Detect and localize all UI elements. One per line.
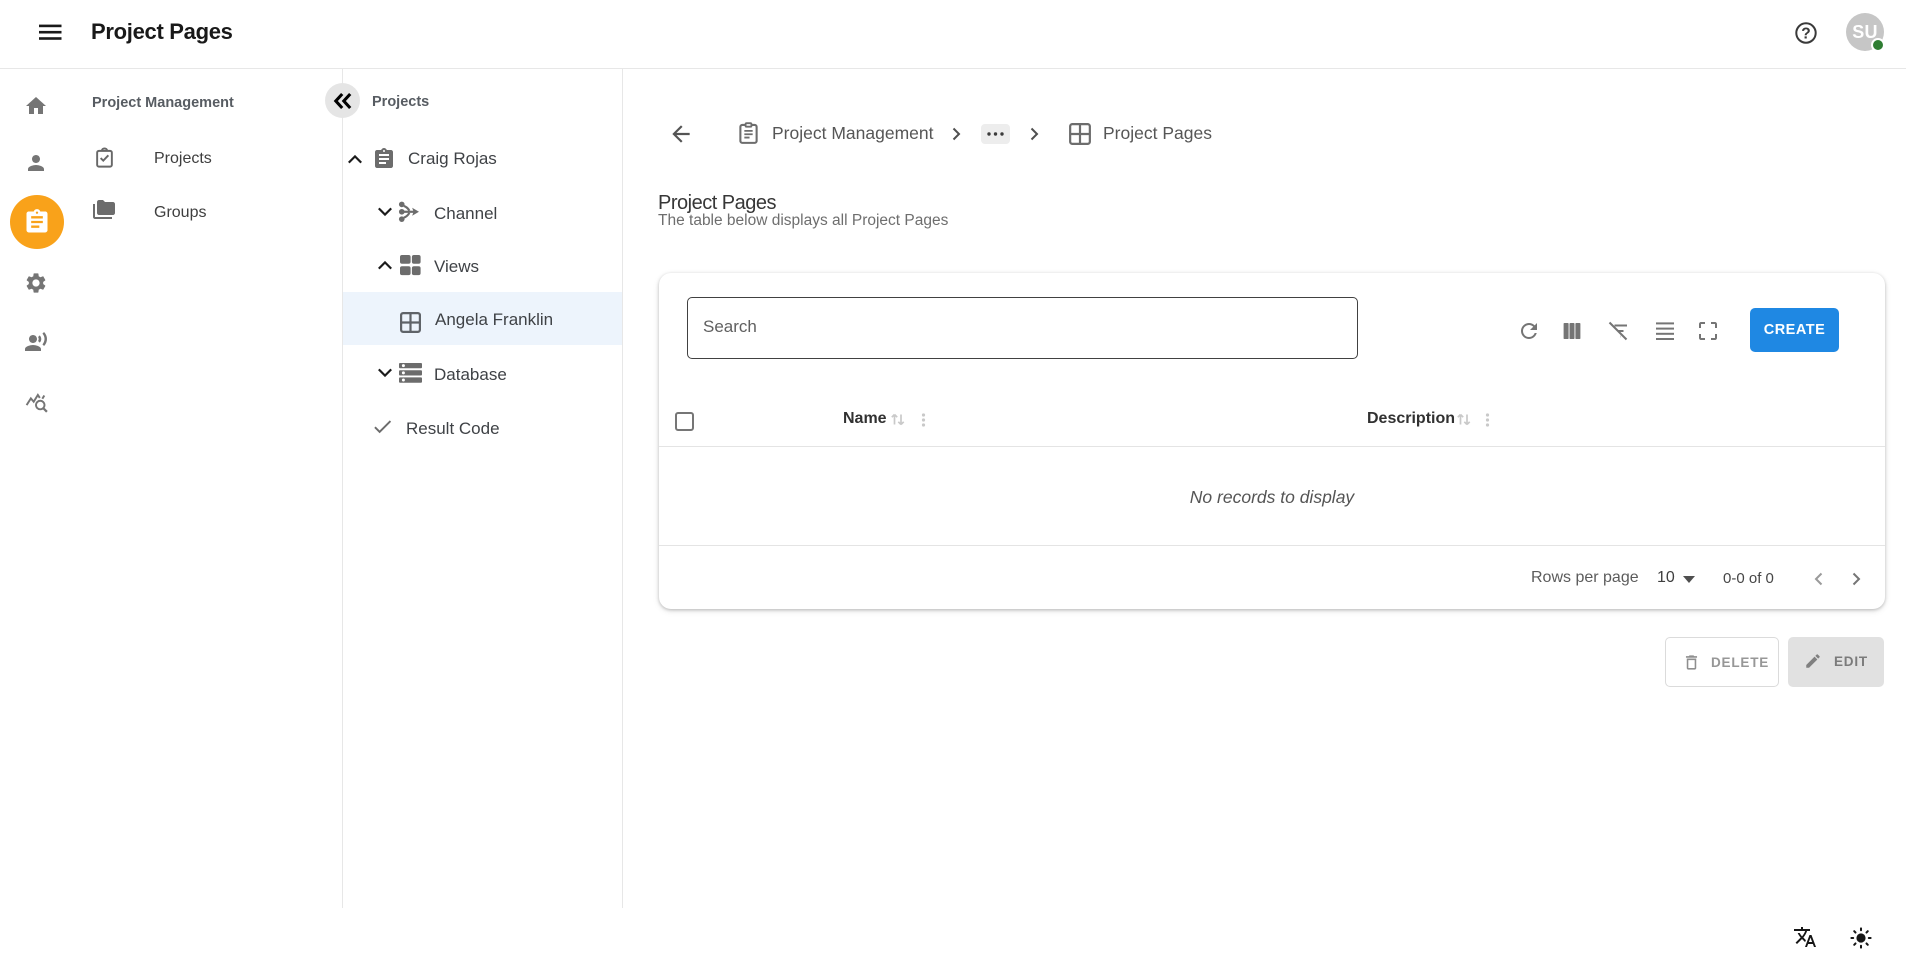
svg-text:?: ?: [1801, 26, 1810, 43]
